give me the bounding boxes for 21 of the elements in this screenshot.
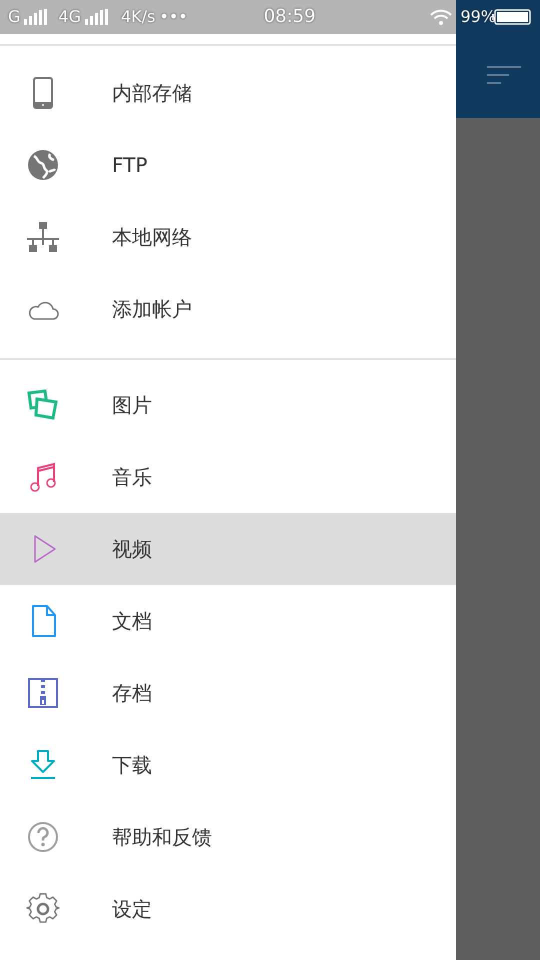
nav-item[interactable]: FTP — [0, 129, 456, 201]
sort-icon[interactable] — [487, 66, 521, 84]
network-type: 4G — [58, 9, 81, 25]
network-speed: 4K/s — [120, 9, 156, 25]
signal-icon — [24, 9, 48, 25]
nav-item[interactable]: 帮助和反馈 — [0, 801, 456, 873]
nav-item[interactable]: 设定 — [0, 873, 456, 945]
nav-item[interactable]: 存档 — [0, 657, 456, 729]
more-indicator: ••• — [159, 9, 188, 25]
nav-item[interactable]: 视频 — [0, 513, 456, 585]
nav-item[interactable]: 图片 — [0, 369, 456, 441]
nav-item[interactable]: 添加帐户 — [0, 273, 456, 345]
wifi-icon — [430, 9, 452, 25]
nav-item[interactable]: 本地网络 — [0, 201, 456, 273]
carrier-label: G — [8, 9, 20, 25]
nav-item[interactable]: 内部存储 — [0, 57, 456, 129]
nav-item[interactable]: 音乐 — [0, 441, 456, 513]
clock: 08:59 — [264, 8, 316, 26]
nav-item[interactable]: 下载 — [0, 729, 456, 801]
signal-icon — [84, 9, 109, 25]
nav-item[interactable]: 文档 — [0, 585, 456, 657]
